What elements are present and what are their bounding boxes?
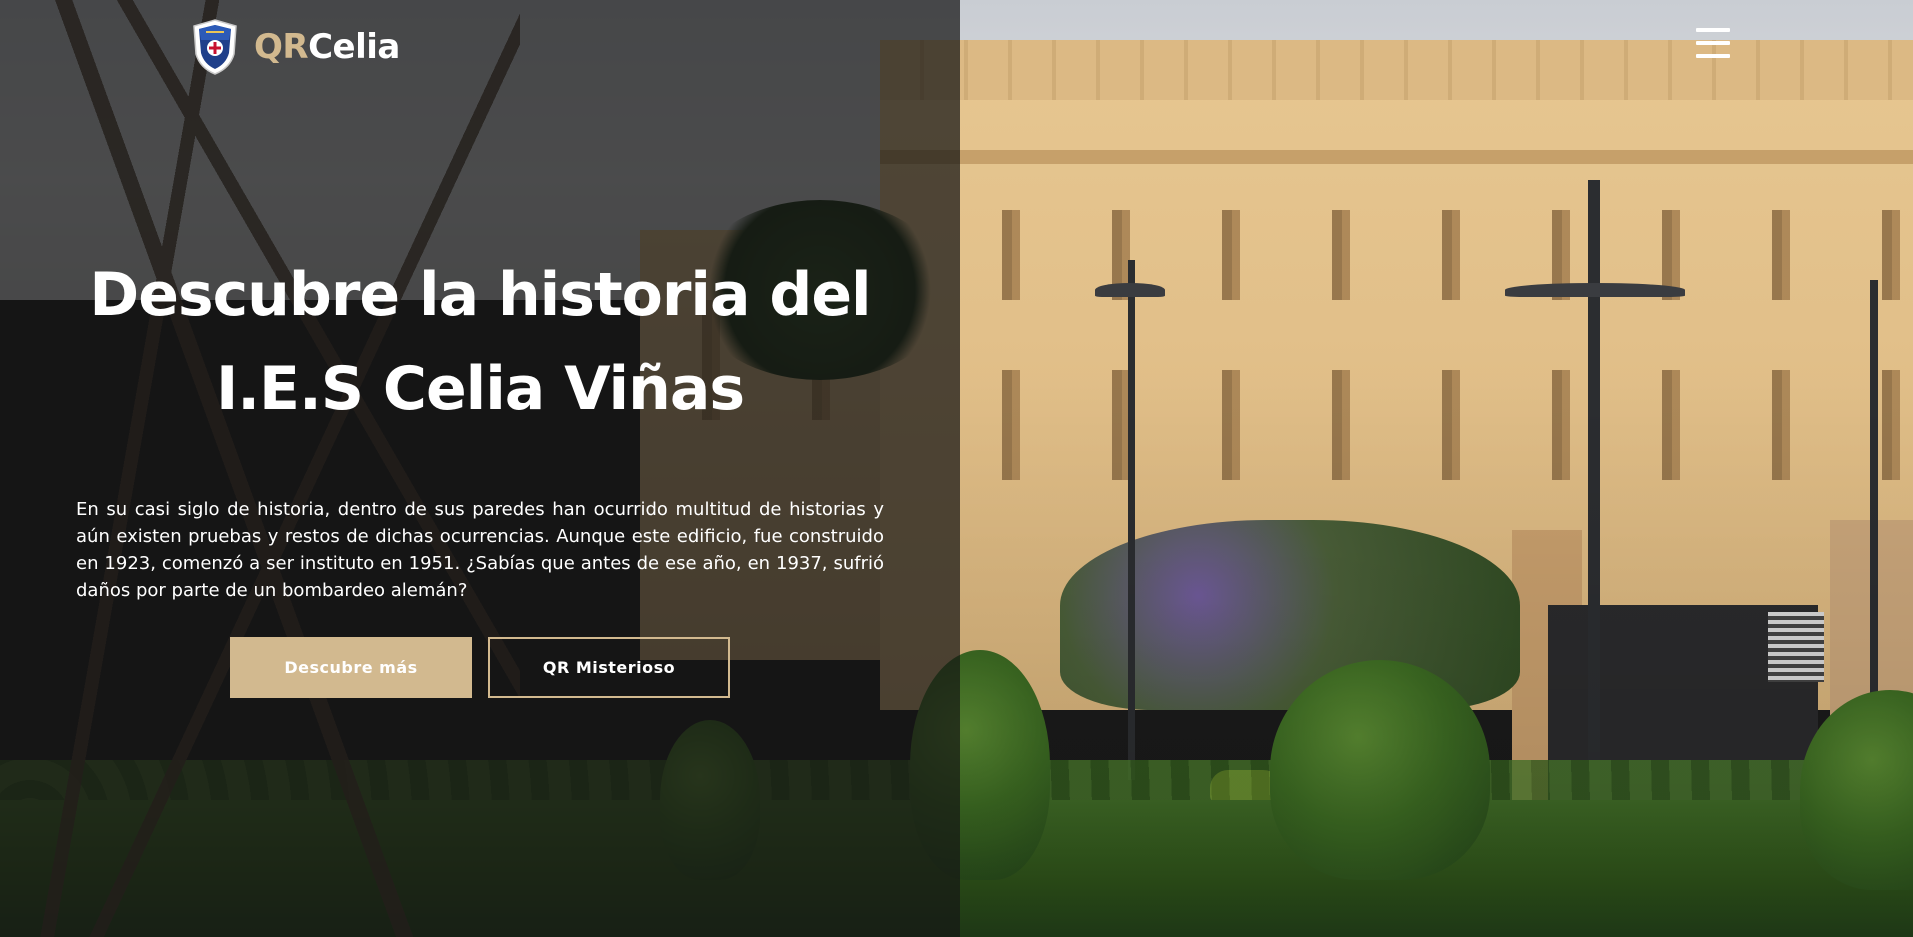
menu-bar-middle (1696, 41, 1730, 45)
image-shade (960, 0, 1913, 937)
hero-title-line-1: Descubre la historia del (89, 260, 871, 330)
brand-name-main: Celia (308, 27, 400, 67)
brand-name-accent: QR (254, 27, 309, 67)
hero-description: En su casi siglo de historia, dentro de … (76, 499, 884, 601)
menu-bar-top (1696, 28, 1730, 32)
hero-title-line-2: I.E.S Celia Viñas (215, 354, 745, 424)
menu-bar-bottom (1696, 54, 1730, 58)
brand-name: QRCelia (254, 27, 400, 67)
school-crest-icon (193, 19, 237, 75)
discover-more-button[interactable]: Descubre más (230, 637, 472, 698)
brand-link[interactable]: QRCelia (192, 18, 400, 76)
site-header: QRCelia (0, 0, 1913, 95)
hamburger-menu-icon[interactable] (1696, 28, 1730, 58)
hero-background-image (0, 0, 1913, 937)
mystery-qr-button[interactable]: QR Misterioso (488, 637, 730, 698)
dark-overlay (0, 0, 960, 937)
hero-title: Descubre la historia del I.E.S Celia Viñ… (50, 248, 910, 436)
